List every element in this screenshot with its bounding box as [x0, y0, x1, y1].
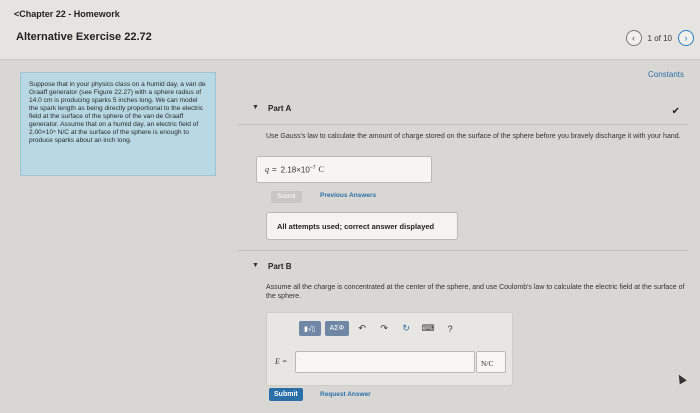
- mouse-cursor-icon: [675, 372, 687, 385]
- answer-variable: q: [265, 165, 269, 174]
- part-a-title[interactable]: Part A: [268, 104, 291, 113]
- next-item-button[interactable]: ›: [678, 30, 694, 46]
- previous-answers-link[interactable]: Previous Answers: [320, 192, 376, 199]
- symbols-button[interactable]: ΑΣΦ: [324, 321, 350, 336]
- math-toolbar: ▮√▯ ΑΣΦ ↶ ↷ ↻ ⌨ ?: [299, 321, 459, 336]
- help-button[interactable]: ?: [441, 321, 459, 336]
- divider: [238, 124, 688, 125]
- part-b-prompt: Assume all the charge is concentrated at…: [266, 284, 685, 300]
- chevron-right-icon: ›: [684, 33, 688, 43]
- input-label: E =: [275, 357, 288, 366]
- pagination: ‹ 1 of 10 ›: [625, 30, 694, 46]
- redo-icon[interactable]: ↷: [375, 321, 393, 336]
- assignment-header: <Chapter 22 - Homework Alternative Exerc…: [0, 0, 700, 60]
- electric-field-input[interactable]: [295, 351, 475, 373]
- part-a-submit-button: Submit: [271, 191, 302, 203]
- answer-equals: =: [272, 165, 277, 174]
- part-b-title[interactable]: Part B: [268, 262, 292, 271]
- templates-button[interactable]: ▮√▯: [299, 321, 321, 336]
- checkmark-icon: ✔: [671, 106, 680, 117]
- constants-link[interactable]: Constants: [648, 70, 684, 79]
- previous-item-button[interactable]: ‹: [625, 30, 642, 46]
- part-a-collapse-icon[interactable]: ▼: [252, 104, 259, 111]
- page-count: 1 of 10: [647, 33, 672, 43]
- problem-statement: Suppose that in your physics class on a …: [20, 72, 216, 176]
- answer-unit: C: [318, 165, 324, 174]
- answer-value: 2.18×10−7: [280, 164, 316, 175]
- unit-label: N/C: [481, 359, 494, 368]
- part-b-submit-button[interactable]: Submit: [269, 388, 303, 401]
- back-to-chapter-link[interactable]: <Chapter 22 - Homework: [14, 9, 120, 19]
- divider: [238, 250, 688, 251]
- reset-icon[interactable]: ↻: [397, 321, 415, 336]
- request-answer-link[interactable]: Request Answer: [320, 391, 371, 398]
- undo-icon[interactable]: ↶: [353, 321, 371, 336]
- part-a-prompt: Use Gauss's law to calculate the amount …: [266, 133, 681, 140]
- chevron-left-icon: ‹: [632, 33, 636, 43]
- part-a-answer-display: q = 2.18×10−7 C: [256, 156, 432, 183]
- math-answer-editor: ▮√▯ ΑΣΦ ↶ ↷ ↻ ⌨ ? E = N/C: [266, 312, 513, 386]
- part-b-collapse-icon[interactable]: ▼: [252, 262, 259, 269]
- keyboard-icon[interactable]: ⌨: [419, 321, 437, 336]
- attempts-status-message: All attempts used; correct answer displa…: [266, 212, 458, 240]
- page-title: Alternative Exercise 22.72: [16, 31, 152, 43]
